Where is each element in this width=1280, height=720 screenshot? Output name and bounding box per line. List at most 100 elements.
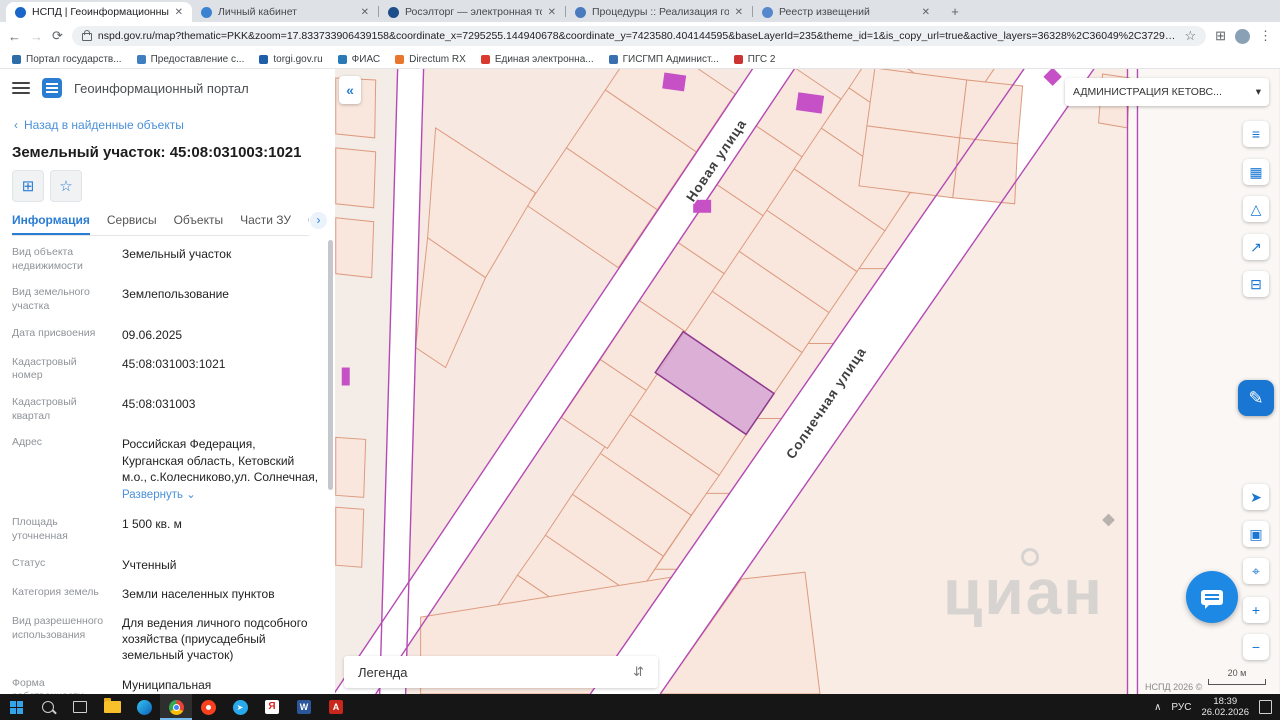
- bookmark-label: ГИСГМП Админист...: [622, 53, 719, 65]
- bookmark-label: Предоставление с...: [150, 53, 245, 65]
- tab-parcel-parts[interactable]: Части ЗУ: [240, 208, 291, 235]
- legend-expand-icon[interactable]: ⇵: [633, 664, 644, 680]
- layers-button[interactable]: ≡: [1243, 121, 1269, 147]
- cian-watermark-antenna: [1021, 548, 1039, 566]
- legend-bar[interactable]: Легенда ⇵: [344, 656, 658, 688]
- bookmark-item[interactable]: ГИСГМП Админист...: [608, 53, 719, 65]
- tab-favicon: [575, 6, 586, 18]
- ruler-button[interactable]: ▦: [1243, 159, 1269, 185]
- object-tree-button[interactable]: ⊞: [12, 170, 44, 202]
- extensions-icon[interactable]: ⊞: [1215, 28, 1226, 44]
- zoom-out-button[interactable]: −: [1243, 634, 1269, 660]
- tab-composition[interactable]: Состав: [308, 208, 309, 235]
- bookmark-label: ПГС 2: [747, 53, 776, 65]
- field-value: Земли населенных пунктов: [122, 586, 275, 601]
- reload-icon[interactable]: ⟳: [52, 28, 63, 44]
- administration-dropdown[interactable]: АДМИНИСТРАЦИЯ КЕТОВС... ▾: [1065, 78, 1269, 106]
- tab-title: Личный кабинет: [218, 6, 297, 18]
- start-button[interactable]: [0, 694, 32, 720]
- select-button[interactable]: ⌖: [1243, 558, 1269, 584]
- notification-center-icon[interactable]: [1259, 700, 1272, 714]
- field-value: Российская Федерация, Курганская область…: [122, 436, 319, 503]
- field-label: Площадь уточненная: [12, 516, 68, 543]
- language-indicator[interactable]: РУС: [1171, 702, 1191, 713]
- field-value: Учтенный: [122, 557, 177, 572]
- tab-close-icon[interactable]: ✕: [735, 7, 743, 18]
- chrome-icon[interactable]: [160, 694, 192, 720]
- tab-close-icon[interactable]: ✕: [548, 7, 556, 18]
- menu-icon[interactable]: [12, 82, 30, 94]
- clock-time: 18:39: [1213, 695, 1238, 707]
- browser-tab-registry[interactable]: Реестр извещений ✕: [753, 2, 939, 22]
- expand-address-link[interactable]: Развернуть ⌄: [122, 488, 196, 504]
- windows-taskbar: ➤ Я W A ∧ РУС 18:39 26.02.2026: [0, 694, 1280, 720]
- telegram-icon[interactable]: ➤: [224, 694, 256, 720]
- tab-title: Росэлторг — электронная торг: [405, 6, 542, 18]
- edge-icon[interactable]: [128, 694, 160, 720]
- field-label: Вид земельного участка: [12, 286, 90, 312]
- word-icon[interactable]: W: [288, 694, 320, 720]
- tab-close-icon[interactable]: ✕: [922, 7, 930, 18]
- field-row: Вид объекта недвижимости Земельный участо…: [12, 246, 319, 273]
- new-tab-button[interactable]: +: [947, 4, 963, 20]
- locate-button[interactable]: ➤: [1243, 484, 1269, 510]
- favorite-star-button[interactable]: ☆: [50, 170, 82, 202]
- profile-avatar[interactable]: [1235, 28, 1250, 44]
- map-attribution: НСПД 2026 ©: [1145, 682, 1203, 692]
- bookmark-item[interactable]: ПГС 2: [733, 53, 776, 65]
- browser-tab-nspd[interactable]: НСПД | Геоинформационный п ✕: [6, 2, 192, 22]
- bookmark-item[interactable]: Единая электронна...: [480, 54, 594, 65]
- tab-close-icon[interactable]: ✕: [175, 7, 183, 18]
- cadastral-map[interactable]: Новая улица Солнечная улица циан « АДМИН…: [335, 68, 1280, 694]
- yandex-icon[interactable]: Я: [256, 694, 288, 720]
- zoom-in-button[interactable]: +: [1243, 597, 1269, 623]
- bookmark-star-icon[interactable]: ☆: [1184, 28, 1196, 44]
- yandex-browser-icon[interactable]: [192, 694, 224, 720]
- panel-scrollbar[interactable]: [328, 240, 333, 490]
- parcel-title: Земельный участок: 45:08:031003:1021: [12, 144, 302, 161]
- bookmark-item[interactable]: Портал государств...: [12, 54, 122, 65]
- task-view-icon[interactable]: [64, 694, 96, 720]
- bookmark-item[interactable]: Предоставление с...: [136, 53, 245, 65]
- browser-tab-cabinet[interactable]: Личный кабинет ✕: [192, 2, 378, 22]
- browser-tab-roseltorg[interactable]: Росэлторг — электронная торг ✕: [379, 2, 565, 22]
- bookmark-favicon: [337, 54, 347, 64]
- browser-tab-procedures[interactable]: Процедуры :: Реализация гос ✕: [566, 2, 752, 22]
- scale-line: [1208, 679, 1266, 685]
- address-bar[interactable]: nspd.gov.ru/map?thematic=PKK&zoom=17.833…: [71, 26, 1207, 46]
- pdf-icon[interactable]: A: [320, 694, 352, 720]
- bookmark-item[interactable]: ФИАС: [337, 54, 380, 65]
- bookmark-item[interactable]: Directum RX: [395, 54, 466, 65]
- bookmark-item[interactable]: torgi.gov.ru: [259, 54, 323, 65]
- field-label: Дата присвоения: [12, 326, 96, 339]
- field-row: Форма собственности Муниципальная: [12, 677, 319, 694]
- share-button[interactable]: ↗: [1243, 234, 1269, 260]
- taskbar-clock[interactable]: 18:39 26.02.2026: [1201, 696, 1249, 719]
- bookmark-favicon: [259, 54, 269, 64]
- map-canvas[interactable]: Новая улица Солнечная улица: [335, 68, 1280, 694]
- chat-button[interactable]: [1186, 571, 1238, 623]
- forward-icon[interactable]: →: [30, 29, 43, 44]
- browser-tab-strip: НСПД | Геоинформационный п ✕ Личный каби…: [0, 0, 1280, 22]
- collapse-panel-button[interactable]: «: [339, 76, 361, 104]
- tab-objects[interactable]: Объекты: [174, 208, 224, 235]
- draw-button[interactable]: ✎: [1238, 380, 1274, 416]
- tab-close-icon[interactable]: ✕: [361, 7, 369, 18]
- tabs-scroll-right-button[interactable]: ›: [310, 212, 327, 229]
- url-text[interactable]: nspd.gov.ru/map?thematic=PKK&zoom=17.833…: [98, 30, 1179, 42]
- panel-tabs: Информация Сервисы Объекты Части ЗУ Сост…: [12, 208, 309, 236]
- tab-services[interactable]: Сервисы: [107, 208, 157, 235]
- dropdown-value: АДМИНИСТРАЦИЯ КЕТОВС...: [1073, 86, 1222, 98]
- back-to-results-link[interactable]: ‹ Назад в найденные объекты: [14, 118, 184, 132]
- panorama-button[interactable]: ▣: [1243, 521, 1269, 547]
- print-button[interactable]: ⊟: [1243, 271, 1269, 297]
- file-explorer-icon[interactable]: [96, 694, 128, 720]
- bookmark-label: Directum RX: [409, 53, 466, 65]
- browser-menu-icon[interactable]: ⋮: [1259, 28, 1272, 44]
- field-label: Адрес: [12, 436, 43, 449]
- taskbar-search-icon[interactable]: [32, 694, 64, 720]
- back-icon[interactable]: ←: [8, 29, 21, 44]
- measure-button[interactable]: △: [1243, 196, 1269, 222]
- tab-information[interactable]: Информация: [12, 208, 90, 235]
- tray-expand-icon[interactable]: ∧: [1154, 702, 1161, 713]
